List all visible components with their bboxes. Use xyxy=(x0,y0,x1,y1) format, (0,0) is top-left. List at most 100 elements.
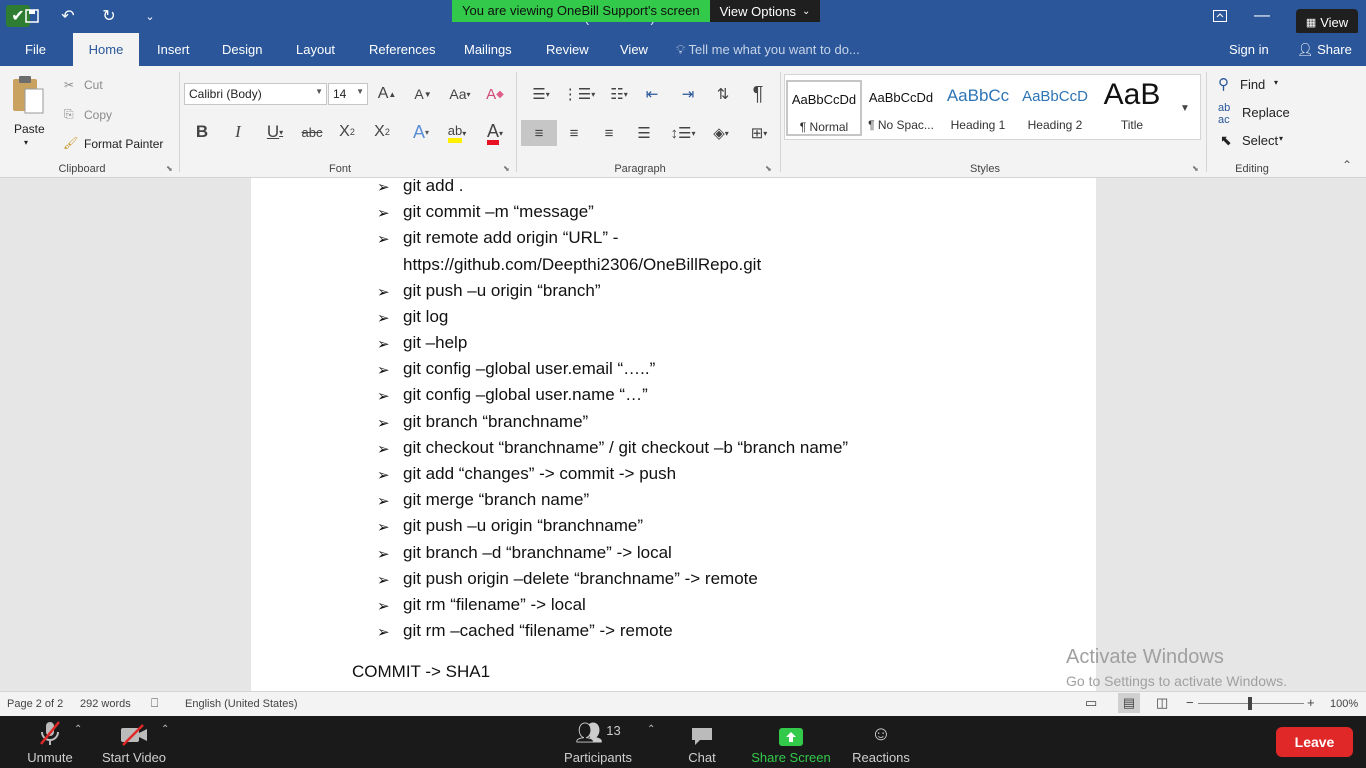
font-name-value: Calibri (Body) xyxy=(189,87,262,101)
format-painter-button[interactable]: Format Painter xyxy=(84,137,163,151)
styles-more-icon[interactable]: ▼ xyxy=(1174,96,1196,120)
paste-dropdown-icon[interactable]: ▾ xyxy=(24,138,28,147)
sign-in-link[interactable]: Sign in xyxy=(1229,33,1269,66)
style-heading-2[interactable]: AaBbCcD Heading 2 xyxy=(1017,80,1093,136)
shading-icon[interactable]: ◈ ▾ xyxy=(704,120,738,146)
highlight-color-icon[interactable]: ab ▾ xyxy=(440,120,474,146)
font-size-select[interactable]: 14 ▼ xyxy=(328,83,368,105)
share-button[interactable]: 👤︎ Share xyxy=(1297,33,1352,66)
format-painter-icon[interactable]: 🖌︎ xyxy=(63,136,78,150)
line-spacing-icon[interactable]: ↕☰ ▾ xyxy=(668,120,698,146)
find-button[interactable]: Find xyxy=(1240,77,1265,92)
style-no-spacing[interactable]: AaBbCcDd ¶ No Spac... xyxy=(863,80,939,136)
redo-icon[interactable]: ↻ xyxy=(97,5,121,27)
minimize-icon[interactable]: — xyxy=(1250,5,1274,27)
tab-insert[interactable]: Insert xyxy=(143,33,204,66)
document-page[interactable]: ➢ git add . ➢ git commit –m “message” ➢ git r… xyxy=(251,178,1096,691)
bullets-icon[interactable]: ☰ ▾ xyxy=(526,82,556,106)
share-screen-button[interactable]: Share Screen xyxy=(748,716,834,768)
participants-button[interactable]: 👥︎ 13 Participants xyxy=(560,716,636,768)
multilevel-list-icon[interactable]: ☷ ▾ xyxy=(604,82,634,106)
clipboard-launcher-icon[interactable]: ⬊ xyxy=(166,164,173,173)
tab-home[interactable]: Home xyxy=(73,33,139,66)
superscript-icon[interactable]: X2 xyxy=(370,120,394,144)
read-mode-icon[interactable]: ▭ xyxy=(1085,695,1097,711)
replace-button[interactable]: Replace xyxy=(1242,105,1290,120)
bold-icon[interactable]: B xyxy=(191,120,213,144)
borders-icon[interactable]: ⊞ ▾ xyxy=(743,120,775,146)
numbering-icon[interactable]: ⋮☰ ▾ xyxy=(563,82,595,106)
underline-icon[interactable]: U ▾ xyxy=(259,120,291,144)
select-cursor-icon[interactable]: ⬉ xyxy=(1220,132,1232,149)
language-indicator[interactable]: English (United States) xyxy=(185,698,298,710)
zoom-slider-thumb[interactable] xyxy=(1248,697,1252,710)
word-count[interactable]: 292 words xyxy=(80,698,131,710)
shrink-font-icon[interactable]: A ▼ xyxy=(412,82,434,106)
zoom-view-button[interactable]: ▦ View xyxy=(1296,9,1358,35)
tell-me-search[interactable]: 💡︎ Tell me what you want to do... xyxy=(676,33,860,66)
grow-font-icon[interactable]: A ▲ xyxy=(376,82,398,106)
style-title[interactable]: AaB Title xyxy=(1094,78,1170,136)
save-icon[interactable] xyxy=(20,5,44,27)
tab-view[interactable]: View xyxy=(606,33,662,66)
tab-layout[interactable]: Layout xyxy=(282,33,349,66)
paste-icon[interactable] xyxy=(10,74,48,118)
text-effects-icon[interactable]: A ▾ xyxy=(406,120,436,144)
strikethrough-icon[interactable]: abc xyxy=(299,120,325,144)
font-name-select[interactable]: Calibri (Body) ▼ xyxy=(184,83,327,105)
copy-icon[interactable]: ⎘ xyxy=(64,107,74,122)
chat-button[interactable]: Chat xyxy=(682,716,722,768)
tab-file[interactable]: File xyxy=(11,33,60,66)
collapse-ribbon-icon[interactable]: ⌃ xyxy=(1342,158,1352,172)
find-icon[interactable]: ⚲ xyxy=(1218,75,1229,93)
video-options-caret-icon[interactable]: ⌃ xyxy=(161,724,169,735)
style-heading-1[interactable]: AaBbCc Heading 1 xyxy=(940,80,1016,136)
audio-options-caret-icon[interactable]: ⌃ xyxy=(74,724,82,735)
start-video-button[interactable]: Start Video xyxy=(98,716,170,768)
sort-icon[interactable]: ⇅ xyxy=(711,82,735,106)
decrease-indent-icon[interactable]: ⇤ xyxy=(640,82,664,106)
reactions-button[interactable]: ☺︎ Reactions xyxy=(850,716,912,768)
web-layout-icon[interactable]: ◫ xyxy=(1156,695,1168,711)
tab-mailings[interactable]: Mailings xyxy=(450,33,526,66)
zoom-in-icon[interactable]: + xyxy=(1307,695,1315,710)
cut-icon[interactable]: ✂ xyxy=(64,78,74,92)
select-button[interactable]: Select xyxy=(1242,133,1278,148)
italic-icon[interactable]: I xyxy=(227,120,249,144)
clear-formatting-icon[interactable]: A ◆ xyxy=(484,82,506,106)
align-center-icon[interactable]: ≡ xyxy=(562,120,586,146)
align-right-icon[interactable]: ≡ xyxy=(597,120,621,146)
zoom-level[interactable]: 100% xyxy=(1330,698,1358,710)
paste-button[interactable]: Paste xyxy=(14,122,45,136)
cut-button[interactable]: Cut xyxy=(84,78,103,92)
increase-indent-icon[interactable]: ⇥ xyxy=(676,82,700,106)
subscript-icon[interactable]: X2 xyxy=(335,120,359,144)
change-case-icon[interactable]: Aa ▾ xyxy=(446,82,474,106)
styles-launcher-icon[interactable]: ⬊ xyxy=(1192,164,1199,173)
unmute-button[interactable]: Unmute xyxy=(20,716,80,768)
justify-icon[interactable]: ☰ xyxy=(632,120,656,146)
find-dropdown-icon[interactable]: ▾ xyxy=(1274,78,1278,87)
paragraph-launcher-icon[interactable]: ⬊ xyxy=(765,164,772,173)
tab-review[interactable]: Review xyxy=(532,33,603,66)
leave-meeting-button[interactable]: Leave xyxy=(1276,727,1353,757)
view-options-button[interactable]: View Options ⌄ xyxy=(709,0,821,22)
tab-references[interactable]: References xyxy=(355,33,449,66)
replace-icon[interactable]: ab ac xyxy=(1218,102,1230,126)
zoom-out-icon[interactable]: − xyxy=(1186,695,1194,710)
ribbon-display-options-icon[interactable] xyxy=(1208,5,1232,27)
customize-toolbar-icon[interactable]: ⌄ xyxy=(138,5,162,27)
font-launcher-icon[interactable]: ⬊ xyxy=(503,164,510,173)
participants-caret-icon[interactable]: ⌃ xyxy=(647,724,655,735)
align-left-icon[interactable]: ≡ xyxy=(521,120,557,146)
tab-design[interactable]: Design xyxy=(208,33,276,66)
show-formatting-marks-icon[interactable]: ¶ xyxy=(746,82,770,106)
proofing-icon[interactable]: ⎕ xyxy=(151,696,158,711)
undo-icon[interactable]: ↶ xyxy=(56,5,80,27)
page-count[interactable]: Page 2 of 2 xyxy=(7,698,63,710)
copy-button[interactable]: Copy xyxy=(84,108,112,122)
style-normal[interactable]: AaBbCcDd ¶ Normal xyxy=(786,80,862,136)
font-color-icon[interactable]: A ▾ xyxy=(478,120,512,146)
select-dropdown-icon[interactable]: ▾ xyxy=(1279,134,1283,143)
print-layout-icon[interactable]: ▤ xyxy=(1118,693,1140,713)
